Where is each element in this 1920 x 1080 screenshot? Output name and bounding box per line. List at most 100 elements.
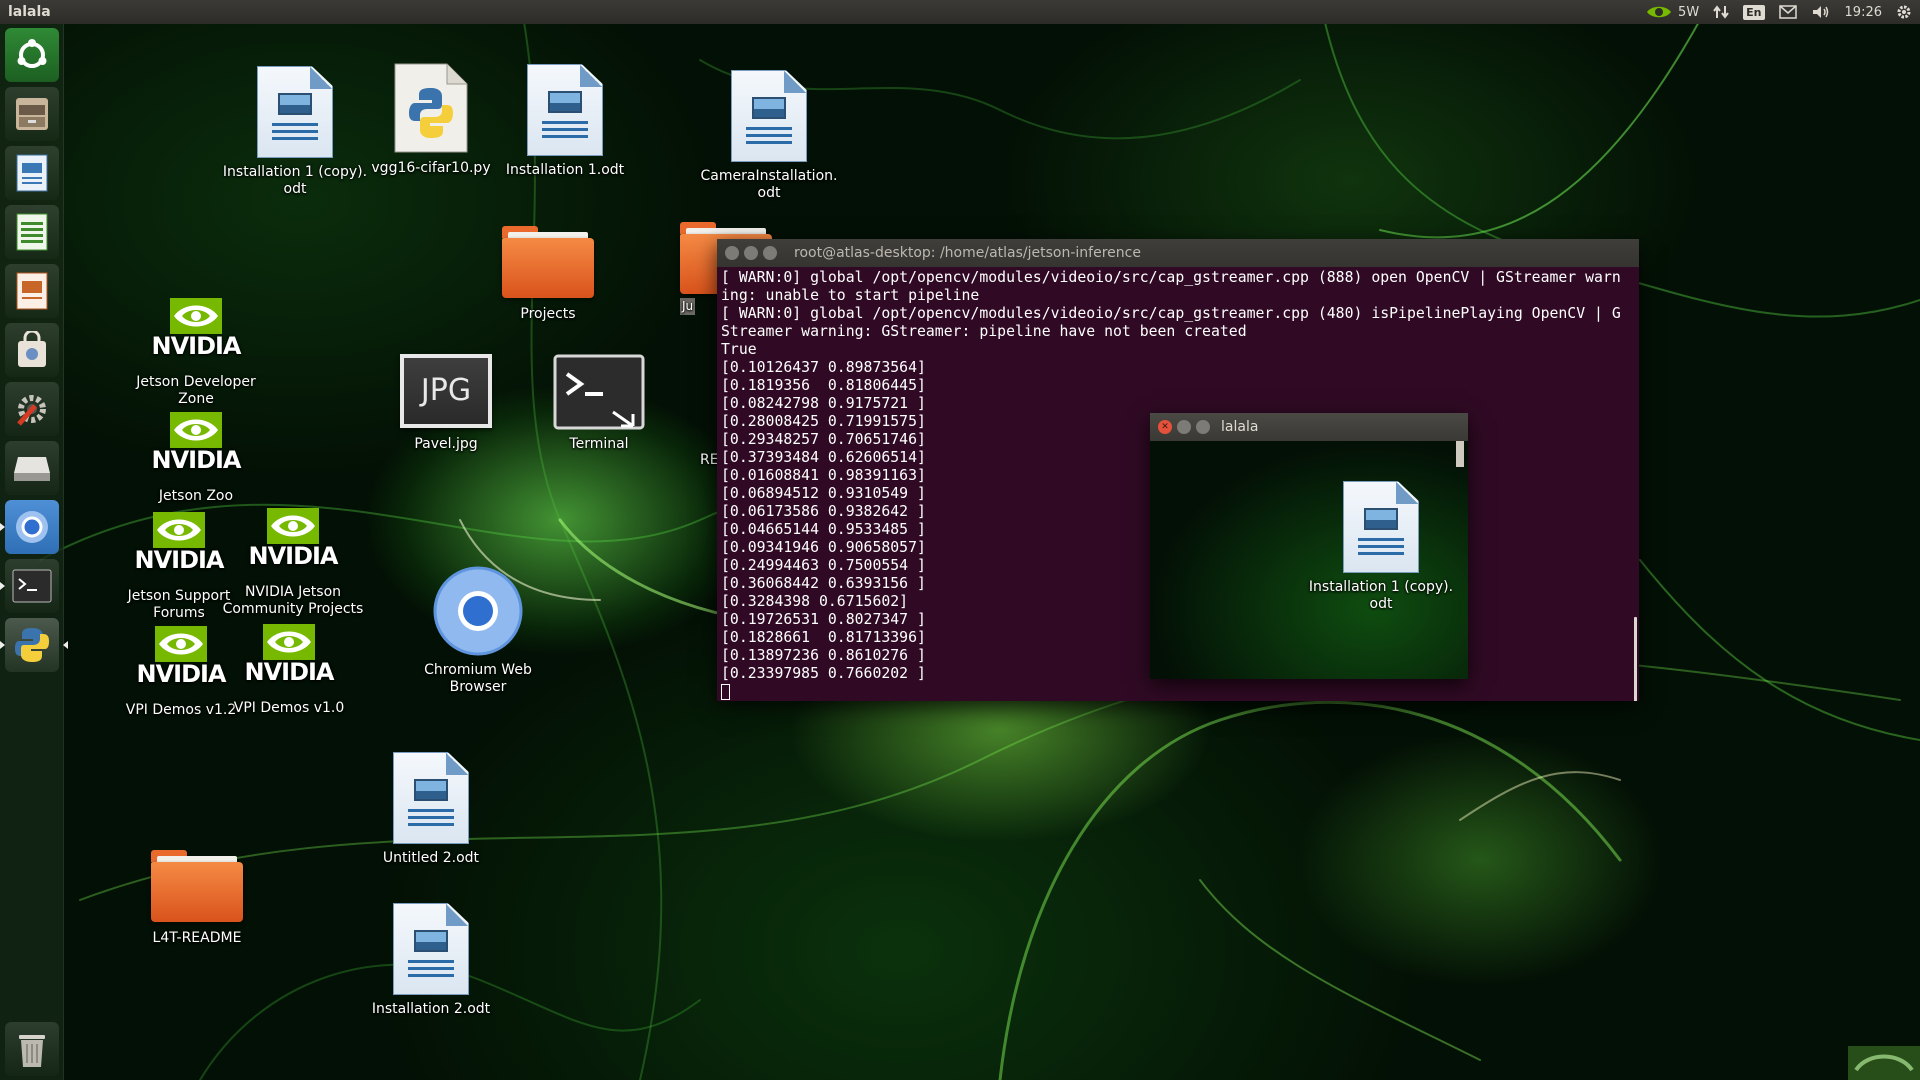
close-button[interactable]	[725, 246, 739, 260]
lalala-titlebar[interactable]: ✕ lalala	[1150, 413, 1468, 441]
terminal-titlebar[interactable]: root@atlas-desktop: /home/atlas/jetson-i…	[717, 239, 1639, 267]
scrollbar[interactable]	[1634, 617, 1637, 701]
terminal-line: [0.1819356 0.81806445]	[721, 377, 926, 394]
desktop-icon-terminal[interactable]: Terminal	[524, 354, 674, 453]
shopping-bag-icon	[18, 331, 46, 367]
writer-document-icon	[16, 154, 48, 192]
terminal-line: Streamer warning: GStreamer: pipeline ha…	[721, 323, 1247, 340]
envelope-icon	[1778, 5, 1797, 19]
calc-launcher-button[interactable]	[5, 205, 59, 259]
close-icon: ✕	[1161, 421, 1169, 432]
power-mode-label: 5W	[1678, 4, 1700, 20]
chromium-icon	[433, 566, 523, 656]
icon-label: Jetson Zoo	[158, 488, 234, 504]
python-launcher-button[interactable]	[0, 618, 68, 672]
terminal-line: [ WARN:0] global /opt/opencv/modules/vid…	[721, 305, 1621, 322]
active-window-title: lalala	[8, 4, 51, 20]
minimize-button[interactable]	[744, 246, 758, 260]
top-panel: lalala 5W En 19:26	[0, 0, 1920, 24]
window-title: root@atlas-desktop: /home/atlas/jetson-i…	[794, 245, 1141, 261]
sound-indicator[interactable]	[1811, 0, 1831, 24]
desktop-icon-jetson-zoo[interactable]: NVIDIA Jetson Zoo	[121, 412, 271, 505]
icon-label: NVIDIA Jetson Community Projects	[222, 584, 364, 617]
terminal-icon	[12, 569, 52, 603]
jpg-image-icon: JPG	[400, 354, 492, 428]
icon-label: Installation 1 (copy). odt	[1308, 579, 1454, 612]
icon-label: vgg16-cifar10.py	[371, 160, 491, 176]
desktop-icon-installation2[interactable]: Installation 2.odt	[356, 903, 506, 1018]
desktop-icon-pavel-jpg[interactable]: JPG Pavel.jpg	[371, 354, 521, 453]
desktop-icon-l4t-readme[interactable]: L4T-README	[122, 850, 272, 947]
wrench-gear-icon	[17, 395, 46, 426]
running-indicator	[0, 582, 5, 590]
system-settings-launcher-button[interactable]	[5, 382, 59, 436]
running-indicator	[0, 523, 5, 531]
maximize-button[interactable]	[763, 246, 777, 260]
running-indicator	[0, 641, 5, 649]
desktop-icon-vgg16-script[interactable]: vgg16-cifar10.py	[356, 62, 506, 177]
spreadsheet-icon	[16, 213, 48, 251]
nvidia-eye-icon	[1647, 6, 1672, 18]
terminal-icon	[553, 354, 645, 430]
trash-launcher-button[interactable]	[5, 1022, 59, 1076]
keyboard-layout-indicator[interactable]: En	[1743, 0, 1765, 24]
clock[interactable]: 19:26	[1845, 0, 1882, 24]
session-indicator[interactable]	[1896, 0, 1912, 24]
window-title: lalala	[1221, 419, 1259, 435]
software-center-launcher-button[interactable]	[5, 323, 59, 377]
odt-document-icon	[1343, 481, 1419, 573]
odt-document-icon	[393, 752, 469, 844]
icon-label: Chromium Web Browser	[424, 662, 532, 695]
network-indicator[interactable]	[1713, 0, 1729, 24]
odt-document-icon	[393, 903, 469, 995]
desktop-icon-vpi-demos-1-0[interactable]: NVIDIA VPI Demos v1.0	[214, 624, 364, 717]
icon-label: L4T-README	[152, 930, 242, 946]
folder-icon	[151, 850, 243, 922]
chromium-icon	[16, 511, 48, 543]
folder-icon	[502, 226, 594, 298]
nvidia-wordmark: NVIDIA	[151, 332, 241, 360]
icon-label: CameraInstallation. odt	[700, 168, 838, 201]
desktop-icon-camera-installation[interactable]: CameraInstallation. odt	[694, 70, 844, 202]
desktop-icon-nvidia-community-projects[interactable]: NVIDIA NVIDIA Jetson Community Projects	[213, 508, 373, 618]
desktop-icon-projects[interactable]: Projects	[473, 226, 623, 323]
close-button[interactable]: ✕	[1158, 420, 1172, 434]
icon-label: Installation 2.odt	[371, 1001, 491, 1017]
terminal-line: [0.10126437 0.89873564]	[721, 359, 926, 376]
files-launcher-button[interactable]	[5, 87, 59, 141]
desktop-icon-installation1[interactable]: Installation 1.odt	[490, 64, 640, 179]
scrollbar[interactable]	[1456, 441, 1464, 467]
icon-label: Installation 1 (copy). odt	[222, 164, 368, 197]
nvidia-watermark-icon	[1848, 1046, 1920, 1080]
volume-icon	[1812, 6, 1828, 18]
chromium-launcher-button[interactable]	[0, 500, 59, 554]
icon-label: Projects	[520, 306, 576, 322]
desktop-icon-jetson-developer-zone[interactable]: NVIDIA Jetson Developer Zone	[121, 298, 271, 408]
nvidia-wordmark: NVIDIA	[248, 542, 338, 570]
messaging-indicator[interactable]	[1778, 0, 1797, 24]
maximize-button[interactable]	[1196, 420, 1210, 434]
nvidia-power-indicator[interactable]: 5W	[1646, 0, 1699, 24]
terminal-launcher-button[interactable]	[0, 559, 59, 613]
odt-document-icon	[257, 66, 333, 158]
terminal-cursor	[721, 684, 730, 700]
minimize-button[interactable]	[1177, 420, 1191, 434]
desktop-icon-untitled2[interactable]: Untitled 2.odt	[356, 752, 506, 867]
lalala-content: Installation 1 (copy). odt	[1150, 441, 1468, 679]
disk-launcher-button[interactable]	[5, 441, 59, 495]
nvidia-logo-icon: NVIDIA	[148, 298, 244, 370]
icon-label: Untitled 2.odt	[382, 850, 480, 866]
icon-label: Pavel.jpg	[414, 436, 478, 452]
preview-icon-installation-copy[interactable]: Installation 1 (copy). odt	[1306, 481, 1456, 613]
desktop-icon-installation-copy[interactable]: Installation 1 (copy). odt	[220, 66, 370, 198]
desktop-icon-chromium[interactable]: Chromium Web Browser	[403, 566, 553, 696]
impress-launcher-button[interactable]	[5, 264, 59, 318]
odt-document-icon	[527, 64, 603, 156]
writer-launcher-button[interactable]	[5, 146, 59, 200]
nvidia-logo-icon: NVIDIA	[241, 624, 337, 696]
focused-indicator	[63, 641, 68, 649]
gear-icon	[1897, 5, 1911, 19]
lalala-window[interactable]: ✕ lalala Installation 1 (copy). odt	[1150, 413, 1468, 679]
dash-home-button[interactable]	[5, 28, 59, 82]
terminal-line: ing: unable to start pipeline	[721, 287, 980, 304]
